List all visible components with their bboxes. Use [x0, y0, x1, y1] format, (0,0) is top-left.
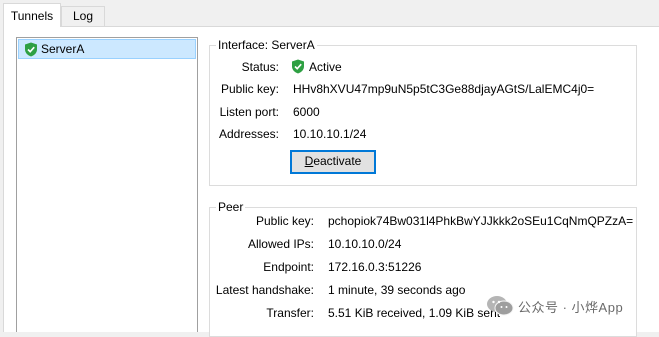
latest-handshake-value: 1 minute, 39 seconds ago: [328, 283, 466, 297]
deactivate-mnemonic: D: [304, 154, 314, 168]
allowed-ips-value: 10.10.10.0/24: [328, 237, 402, 251]
interface-group-title: Interface: ServerA: [216, 38, 317, 52]
peer-group-title: Peer: [216, 200, 246, 214]
listen-port-value: 6000: [293, 105, 320, 119]
tab-log[interactable]: Log: [61, 6, 105, 26]
tunnel-item-label: ServerA: [41, 42, 85, 56]
endpoint-label: Endpoint:: [263, 260, 314, 274]
wechat-icon: [487, 296, 514, 316]
deactivate-label: eactivate: [313, 154, 362, 168]
latest-handshake-label: Latest handshake:: [215, 283, 314, 297]
addresses-label: Addresses:: [218, 127, 279, 141]
tunnel-item-servera[interactable]: ServerA: [18, 39, 196, 59]
transfer-label: Transfer:: [266, 306, 314, 320]
public-key-label: Public key:: [220, 82, 279, 96]
tunnel-list[interactable]: ServerA: [16, 37, 198, 332]
deactivate-button[interactable]: Deactivate: [290, 150, 376, 174]
watermark: 公众号 · 小烨App: [486, 294, 654, 318]
status-label: Status:: [241, 60, 279, 74]
transfer-value: 5.51 KiB received, 1.09 KiB sent: [328, 306, 501, 320]
shield-check-icon: [25, 42, 37, 57]
endpoint-value: 172.16.0.3:51226: [328, 260, 422, 274]
tab-tunnels[interactable]: Tunnels: [3, 3, 61, 27]
peer-public-key-value: pchopiok74Bw031l4PhkBwYJJkkk2oSEu1CqNmQP…: [328, 214, 634, 228]
addresses-value: 10.10.10.1/24: [293, 127, 367, 141]
tab-bar: Tunnels Log: [0, 0, 659, 27]
watermark-text: 公众号 · 小烨App: [518, 300, 624, 315]
allowed-ips-label: Allowed IPs:: [247, 237, 314, 251]
public-key-value: HHv8hXVU47mp9uN5p5tC3Ge88djayAGtS/LalEMC…: [293, 82, 595, 96]
shield-check-icon: [292, 59, 304, 74]
listen-port-label: Listen port:: [219, 105, 279, 119]
status-value: Active: [309, 60, 342, 74]
peer-public-key-label: Public key:: [255, 214, 314, 228]
